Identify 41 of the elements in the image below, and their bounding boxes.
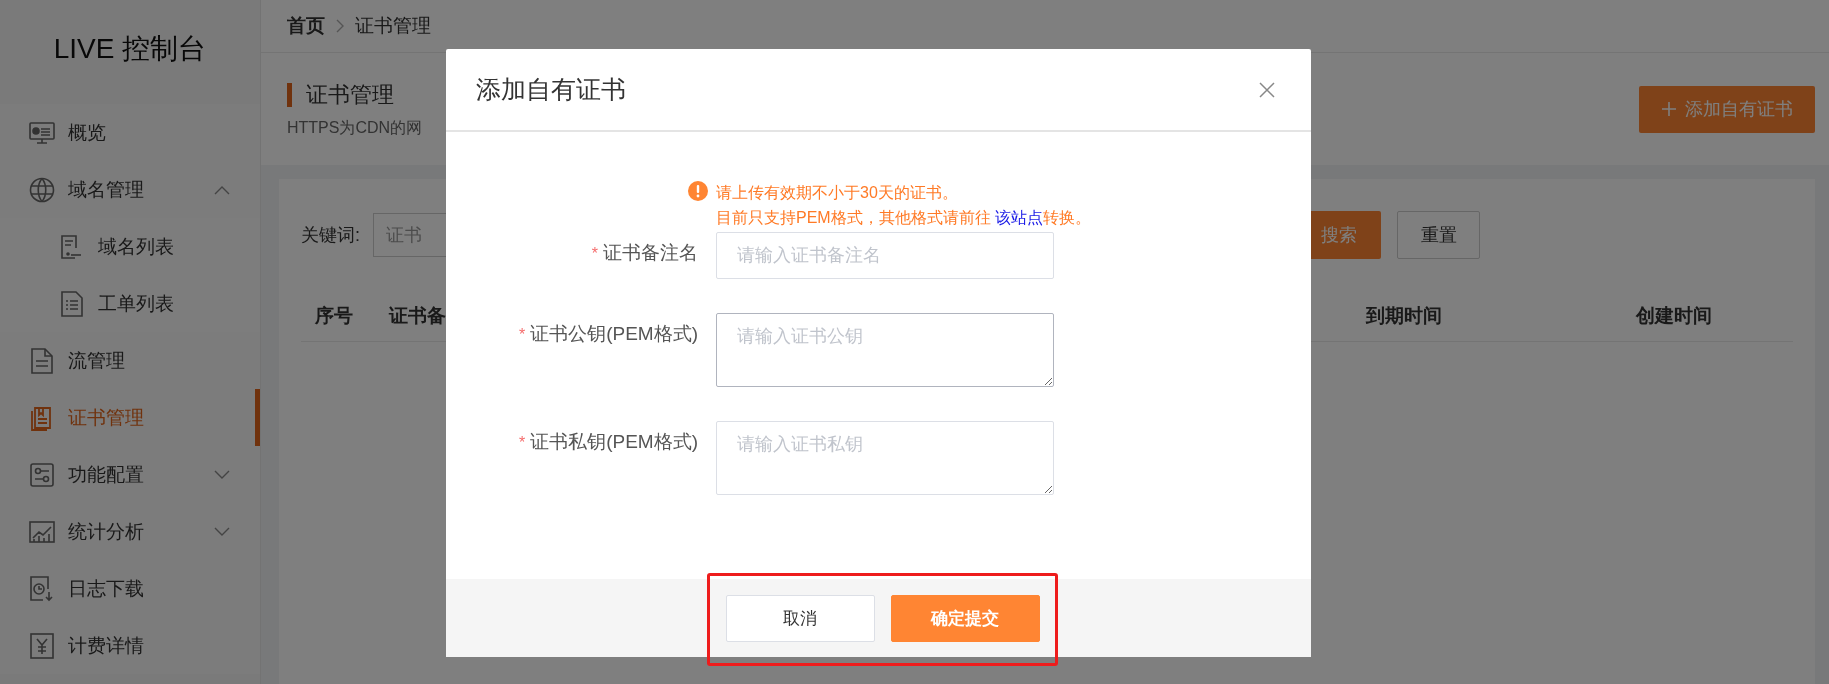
document-icon <box>60 233 84 260</box>
keyword-label: 关键词: <box>301 224 361 247</box>
breadcrumb-link[interactable]: 证书管理 <box>355 13 431 39</box>
page-title: 证书管理 <box>306 80 394 109</box>
field-label: 证书公钥(PEM格式) <box>530 323 698 344</box>
warning-icon <box>688 181 708 201</box>
column-header: 到期时间 <box>1366 304 1443 328</box>
title-accent-bar <box>287 82 292 107</box>
certificate-icon <box>30 404 54 431</box>
field-label: 证书私钥(PEM格式) <box>530 431 698 452</box>
text-field[interactable]: 请输入证书备注名 <box>716 232 1054 279</box>
monitor-icon <box>29 120 55 145</box>
submit-button[interactable]: 确定提交 <box>890 594 1040 642</box>
reset-button[interactable]: 重置 <box>1397 211 1480 259</box>
required-mark: * <box>518 434 526 451</box>
chevron-right-icon <box>335 18 345 34</box>
sliders-icon <box>30 462 54 487</box>
text-area[interactable]: 请输入证书公钥 <box>716 313 1054 387</box>
site-link[interactable]: 该站点 <box>995 209 1044 226</box>
dialog-title: 添加自有证书 <box>476 74 626 105</box>
page-description: HTTPS为CDN的网 <box>287 117 423 138</box>
column-header: 证书备 <box>389 304 446 328</box>
document-icon <box>31 347 53 374</box>
line-chart-icon <box>29 519 55 544</box>
list-document-icon <box>61 290 83 317</box>
close-icon[interactable] <box>1259 81 1275 98</box>
clock-document-icon <box>30 575 54 602</box>
column-header: 创建时间 <box>1636 304 1712 328</box>
cancel-button[interactable]: 取消 <box>725 594 875 642</box>
yen-icon <box>30 632 54 659</box>
column-header: 序号 <box>314 304 354 328</box>
required-mark: * <box>591 245 598 262</box>
field-label: 证书备注名 <box>603 242 698 263</box>
plus-icon <box>1661 101 1677 117</box>
text-area[interactable]: 请输入证书私钥 <box>716 421 1054 495</box>
console-title: LIVE 控制台 <box>52 32 208 66</box>
required-mark: * <box>518 326 526 343</box>
globe-icon <box>29 176 55 203</box>
notice-text: 请上传有效期不小于30天的证书。 <box>716 183 959 203</box>
notice-text: 目前只支持PEM格式，其他格式请前往 该站点转换。 <box>716 208 1092 228</box>
breadcrumb-link[interactable]: 首页 <box>287 13 325 39</box>
